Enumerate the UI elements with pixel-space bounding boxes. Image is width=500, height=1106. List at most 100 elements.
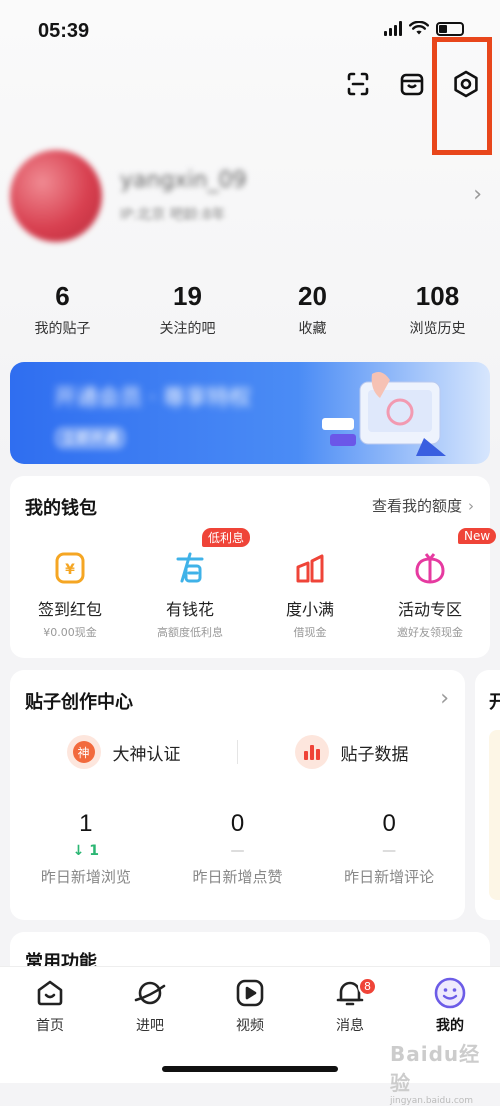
tab-label: 进吧 bbox=[136, 1018, 164, 1034]
annotation-highlight-box bbox=[432, 37, 492, 155]
wallet-badge: 低利息 bbox=[202, 528, 250, 547]
metric-delta: ↓ 1 bbox=[72, 843, 100, 859]
gift-icon bbox=[370, 548, 490, 588]
tab-label: 消息 bbox=[336, 1018, 364, 1034]
wallet-item-label: 度小满 bbox=[285, 600, 334, 619]
scan-icon[interactable] bbox=[342, 66, 374, 102]
creation-actions: 神 大神认证 贴子数据 bbox=[10, 735, 465, 769]
banner-title: 开通会员 · 尊享特权 bbox=[54, 386, 251, 411]
stat-posts[interactable]: 6 我的贴子 bbox=[0, 280, 125, 338]
promo-banner[interactable]: 开通会员 · 尊享特权 立即开通 bbox=[10, 362, 490, 464]
wallet-item-sub: 借现金 bbox=[293, 626, 327, 639]
chevron-right-icon: › bbox=[468, 497, 474, 515]
metric-new-comments[interactable]: 0 — 昨日新增评论 bbox=[313, 810, 465, 887]
banner-subtitle: 立即开通 bbox=[54, 426, 126, 450]
side-card-peek[interactable]: 开 bbox=[475, 670, 500, 920]
banner-illustration bbox=[322, 372, 446, 456]
watermark-brand: Baidu经验 bbox=[390, 1042, 481, 1095]
status-icons bbox=[384, 21, 464, 36]
wallet-item-sub: ¥0.00现金 bbox=[43, 626, 97, 639]
stat-value: 19 bbox=[173, 281, 202, 311]
stat-label: 浏览历史 bbox=[409, 321, 466, 337]
wallet-item-sub: 邀好友领现金 bbox=[397, 626, 463, 639]
tab-bars[interactable]: 进吧 bbox=[100, 975, 200, 1035]
metric-delta: — bbox=[382, 843, 397, 859]
tab-label: 首页 bbox=[36, 1018, 64, 1034]
avatar[interactable] bbox=[10, 150, 102, 242]
metric-value: 0 bbox=[382, 810, 396, 837]
metric-label: 昨日新增浏览 bbox=[40, 868, 131, 886]
wallet-item-label: 有钱花 bbox=[165, 600, 214, 619]
chevron-right-icon[interactable]: › bbox=[434, 686, 449, 711]
watermark: Baidu经验 jingyan.baidu.com bbox=[390, 1038, 500, 1106]
tab-me[interactable]: 我的 bbox=[400, 975, 500, 1035]
post-data-label: 贴子数据 bbox=[340, 744, 409, 765]
wallet-item-sign-in-red-envelope[interactable]: ¥ 签到红包 ¥0.00现金 bbox=[10, 528, 130, 640]
metric-new-likes[interactable]: 0 — 昨日新增点赞 bbox=[162, 810, 314, 887]
wifi-icon bbox=[409, 21, 429, 35]
creation-center-card: 贴子创作中心 › 神 大神认证 贴子数据 1 ↓ 1 昨日新增浏览 0 — 昨日… bbox=[10, 670, 465, 920]
wallet-item-duxiaoman[interactable]: 度小满 借现金 bbox=[250, 528, 370, 640]
duxiaoman-icon bbox=[250, 548, 370, 588]
user-meta: IP:北京 吧龄:8年 bbox=[120, 207, 226, 223]
stat-history[interactable]: 108 浏览历史 bbox=[375, 280, 500, 338]
tab-video[interactable]: 视频 bbox=[200, 975, 300, 1035]
stat-followed-bars[interactable]: 19 关注的吧 bbox=[125, 280, 250, 338]
creation-title: 贴子创作中心 bbox=[25, 692, 133, 713]
home-indicator bbox=[162, 1066, 338, 1072]
youqianhua-icon bbox=[130, 548, 250, 588]
chevron-right-icon[interactable]: › bbox=[473, 182, 482, 207]
wallet-link-label: 查看我的额度 bbox=[371, 497, 462, 515]
stat-value: 108 bbox=[415, 281, 460, 311]
watermark-url: jingyan.baidu.com bbox=[390, 1096, 474, 1106]
wallet-title: 我的钱包 bbox=[25, 498, 97, 519]
bar-chart-icon bbox=[294, 735, 329, 769]
wallet-item-activity-zone[interactable]: New 活动专区 邀好友领现金 bbox=[370, 528, 497, 640]
tab-list: 首页 进吧 视频 8 消息 我的 bbox=[0, 967, 500, 1035]
wallet-item-sub: 高额度低利息 bbox=[157, 626, 223, 639]
wallet-quota-link[interactable]: 查看我的额度 › bbox=[372, 495, 474, 516]
tab-label: 视频 bbox=[236, 1018, 264, 1034]
home-icon bbox=[0, 975, 100, 1011]
wallet-card: 我的钱包 查看我的额度 › ¥ 签到红包 ¥0.00现金 低利息 有钱花 高额度低… bbox=[10, 476, 497, 658]
video-icon bbox=[200, 975, 300, 1011]
stat-label: 收藏 bbox=[298, 321, 327, 337]
stat-value: 6 bbox=[55, 281, 70, 311]
red-envelope-icon: ¥ bbox=[10, 548, 130, 588]
metric-label: 昨日新增点赞 bbox=[192, 868, 283, 886]
side-card-content bbox=[489, 730, 500, 900]
wallet-items: ¥ 签到红包 ¥0.00现金 低利息 有钱花 高额度低利息 度小满 借现金 Ne… bbox=[10, 528, 500, 640]
stat-value: 20 bbox=[298, 281, 327, 311]
profile-header[interactable]: yangxin_09 IP:北京 吧龄:8年 › bbox=[10, 150, 490, 242]
wallet-badge: New bbox=[458, 528, 497, 544]
mall-icon[interactable] bbox=[396, 66, 428, 102]
metric-delta: — bbox=[230, 843, 245, 859]
stat-label: 关注的吧 bbox=[159, 321, 216, 337]
wallet-item-label: 签到红包 bbox=[37, 600, 102, 619]
master-badge-text: 神 bbox=[72, 741, 95, 763]
master-certification-button[interactable]: 神 大神认证 bbox=[10, 735, 237, 769]
wallet-item-label: 活动专区 bbox=[397, 600, 462, 619]
metric-value: 1 bbox=[79, 810, 93, 837]
stat-favorites[interactable]: 20 收藏 bbox=[250, 280, 375, 338]
metric-value: 0 bbox=[230, 810, 245, 837]
creation-metrics: 1 ↓ 1 昨日新增浏览 0 — 昨日新增点赞 0 — 昨日新增评论 bbox=[10, 810, 465, 887]
tab-label: 我的 bbox=[436, 1018, 464, 1034]
signal-icon bbox=[384, 21, 402, 36]
wallet-item-youqianhua[interactable]: 低利息 有钱花 高额度低利息 bbox=[130, 528, 250, 640]
bell-icon bbox=[300, 975, 400, 1011]
tab-messages[interactable]: 8 消息 bbox=[300, 975, 400, 1035]
username: yangxin_09 bbox=[120, 168, 247, 193]
unread-badge: 8 bbox=[358, 977, 377, 996]
battery-icon bbox=[436, 21, 464, 36]
tab-home[interactable]: 首页 bbox=[0, 975, 100, 1035]
planet-icon bbox=[100, 975, 200, 1011]
post-data-button[interactable]: 贴子数据 bbox=[238, 735, 465, 769]
metric-label: 昨日新增评论 bbox=[344, 868, 435, 886]
master-certification-label: 大神认证 bbox=[112, 744, 181, 765]
svg-text:¥: ¥ bbox=[65, 562, 75, 578]
metric-new-views[interactable]: 1 ↓ 1 昨日新增浏览 bbox=[10, 810, 162, 887]
stat-label: 我的贴子 bbox=[34, 321, 91, 337]
master-badge-icon: 神 bbox=[66, 735, 101, 769]
side-card-title: 开 bbox=[489, 692, 500, 713]
